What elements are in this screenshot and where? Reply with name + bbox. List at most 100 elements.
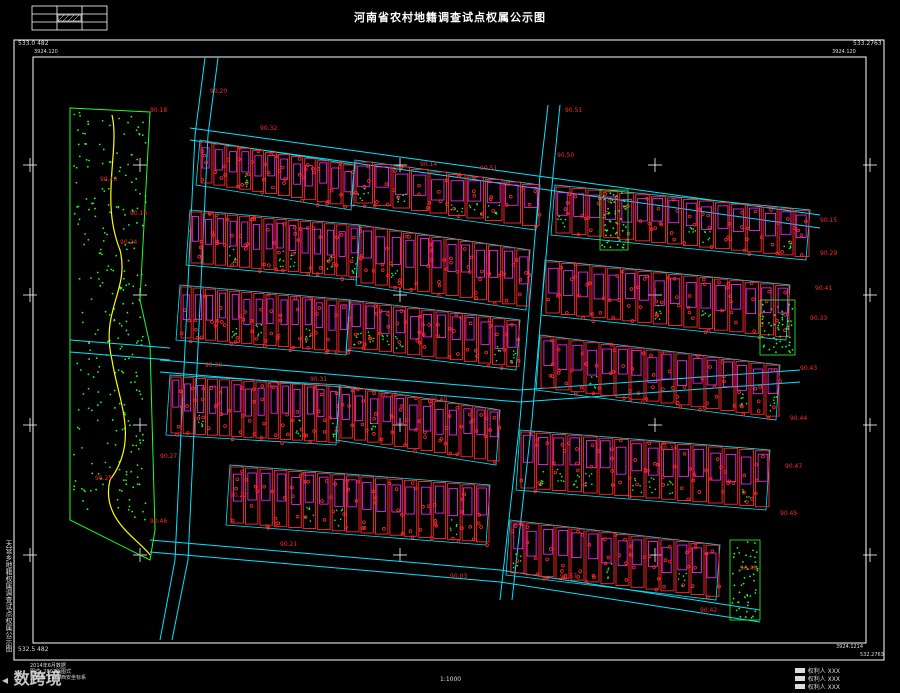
road-edge	[69, 351, 171, 361]
vegetation-dot	[127, 508, 130, 511]
parcel-layer: 90.20 90.18 90.10 90.51 90.50 90.30 90.31 90.40…	[69, 57, 837, 641]
boundary-marker	[653, 461, 657, 466]
vegetation-dot	[77, 129, 79, 132]
vegetation-dot	[614, 210, 617, 213]
vegetation-dot	[754, 610, 757, 613]
vegetation-dot	[98, 277, 100, 280]
boundary-marker	[783, 312, 787, 317]
boundary-marker	[663, 558, 668, 563]
vegetation-dot	[614, 232, 617, 235]
vegetation-dot	[648, 481, 650, 483]
boundary-marker	[752, 329, 756, 333]
vegetation-dot	[108, 313, 111, 316]
vegetation-dot	[107, 265, 110, 268]
boundary-marker	[286, 432, 290, 437]
building-outline	[725, 454, 737, 482]
vegetation-dot	[78, 277, 81, 280]
building-outline	[448, 488, 458, 517]
vegetation-dot	[305, 328, 308, 330]
boundary-marker	[393, 285, 397, 290]
vegetation-dot	[133, 247, 136, 250]
parcel-boundary	[214, 213, 226, 266]
boundary-marker	[659, 300, 664, 305]
vegetation-dot	[304, 516, 307, 518]
vegetation-dot	[541, 480, 544, 483]
boundary-marker	[318, 266, 323, 270]
vegetation-dot	[75, 166, 78, 169]
building-outline	[421, 486, 431, 515]
building-outline	[354, 395, 364, 422]
vegetation-dot	[363, 193, 365, 195]
vegetation-dot	[733, 552, 736, 555]
boundary-marker	[687, 294, 692, 298]
corner-label-top-right: 533.2763	[853, 40, 882, 47]
vegetation-dot	[87, 123, 90, 126]
vegetation-dot	[140, 467, 143, 470]
boundary-marker	[761, 454, 765, 459]
vegetation-dot	[754, 556, 756, 559]
vegetation-dot	[78, 218, 81, 221]
boundary-marker	[492, 302, 497, 306]
vegetation-dot	[777, 324, 780, 327]
vegetation-dot	[745, 610, 748, 613]
building-outline	[231, 293, 239, 320]
vegetation-dot	[455, 533, 458, 536]
vegetation-dot	[353, 343, 356, 346]
vegetation-dot	[496, 345, 499, 348]
vegetation-dot	[96, 271, 99, 274]
vegetation-dot	[125, 471, 128, 473]
vegetation-dot	[654, 488, 657, 491]
building-outline	[201, 147, 210, 169]
vegetation-dot	[591, 483, 593, 486]
vegetation-dot	[783, 245, 786, 248]
vegetation-dot	[651, 491, 653, 494]
boundary-marker	[269, 331, 274, 336]
vegetation-dot	[745, 496, 748, 498]
vegetation-dot	[640, 491, 643, 494]
vegetation-dot	[610, 563, 613, 565]
parcel-number-label: 90.10	[100, 176, 117, 183]
boundary-marker	[465, 347, 470, 352]
parcel-number-label: 90.15	[820, 217, 837, 224]
boundary-marker	[629, 287, 634, 291]
vegetation-dot	[694, 230, 697, 232]
inner-frame	[32, 56, 867, 644]
building-outline	[693, 448, 705, 477]
vegetation-dot	[781, 346, 784, 348]
boundary-marker	[527, 202, 532, 207]
boundary-marker	[190, 386, 195, 391]
building-outline	[306, 386, 314, 415]
vegetation-dot	[773, 346, 775, 348]
vegetation-dot	[612, 193, 615, 196]
vegetation-dot	[449, 527, 452, 529]
vegetation-dot	[137, 448, 140, 450]
vegetation-dot	[138, 298, 141, 301]
vegetation-dot	[92, 376, 95, 378]
vegetation-dot	[745, 554, 748, 557]
vegetation-dot	[454, 208, 456, 210]
building-outline	[593, 273, 604, 300]
vegetation-dot	[450, 529, 452, 531]
vegetation-dot	[785, 327, 788, 330]
boundary-marker	[319, 392, 324, 397]
vegetation-dot	[94, 207, 96, 210]
vegetation-dot	[741, 396, 744, 399]
vegetation-dot	[754, 589, 757, 591]
vegetation-dot	[777, 306, 779, 308]
vegetation-dot	[578, 476, 580, 478]
vegetation-dot	[142, 439, 145, 442]
boundary-marker	[677, 303, 681, 308]
vegetation-dot	[99, 248, 102, 251]
vegetation-dot	[103, 190, 106, 193]
vegetation-dot	[743, 596, 746, 599]
vegetation-dot	[332, 433, 334, 436]
vegetation-dot	[357, 333, 360, 335]
vegetation-dot	[341, 509, 343, 512]
vegetation-dot	[124, 413, 126, 416]
boundary-marker	[549, 338, 554, 343]
building-outline	[394, 173, 409, 195]
vegetation-dot	[495, 360, 498, 362]
vegetation-dot	[84, 233, 86, 235]
vegetation-dot	[96, 419, 99, 422]
boundary-marker	[731, 481, 736, 485]
